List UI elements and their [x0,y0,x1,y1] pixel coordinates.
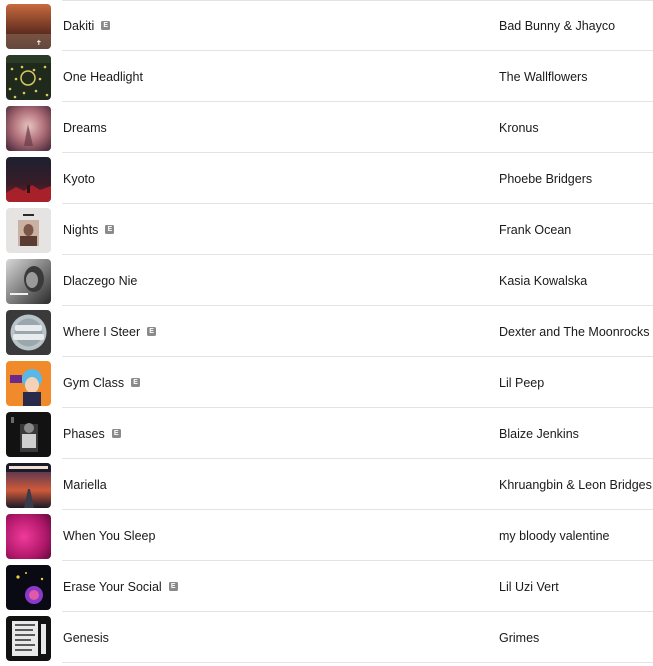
track-artist[interactable]: Kasia Kowalska [499,255,587,306]
album-art-dakiti: ✝ [6,4,51,49]
album-art-visions [6,616,51,661]
svg-text:✝: ✝ [36,39,42,47]
track-title[interactable]: Dlaczego Nie [63,274,137,288]
album-art-kasia-kowalska [6,259,51,304]
track-list: ✝ Dakiti E Bad Bunny & Jhayco One Headli… [0,0,653,663]
track-row[interactable]: Kyoto Phoebe Bridgers [0,153,653,204]
album-art-dexter-moonrocks [6,310,51,355]
track-title-cell: Genesis [63,612,109,663]
track-row[interactable]: Phases E Blaize Jenkins [0,408,653,459]
explicit-badge: E [111,429,121,438]
track-title[interactable]: Mariella [63,478,107,492]
track-title-cell: One Headlight [63,51,143,102]
album-art-phases [6,412,51,457]
track-title[interactable]: Dreams [63,121,107,135]
track-title[interactable]: Genesis [63,631,109,645]
divider [62,662,653,663]
track-title-cell: Dlaczego Nie [63,255,137,306]
track-row[interactable]: When You Sleep my bloody valentine [0,510,653,561]
track-title-cell: Mariella [63,459,107,510]
track-row[interactable]: Mariella Khruangbin & Leon Bridges [0,459,653,510]
album-art-punisher [6,157,51,202]
track-title[interactable]: Where I Steer [63,325,140,339]
album-art-loveless [6,514,51,559]
track-artist[interactable]: Phoebe Bridgers [499,153,592,204]
album-art-luv-is-rage [6,565,51,610]
explicit-badge: E [147,327,157,336]
track-title-cell: When You Sleep [63,510,155,561]
track-artist[interactable]: Blaize Jenkins [499,408,579,459]
explicit-badge: E [131,378,141,387]
album-art-texas-moon [6,463,51,508]
track-artist[interactable]: Lil Peep [499,357,544,408]
track-artist[interactable]: Khruangbin & Leon Bridges [499,459,652,510]
track-row[interactable]: Dreams Kronus [0,102,653,153]
track-artist[interactable]: The Wallflowers [499,51,587,102]
track-title-cell: Dreams [63,102,107,153]
track-row[interactable]: ✝ Dakiti E Bad Bunny & Jhayco [0,0,653,51]
track-title[interactable]: Gym Class [63,376,124,390]
explicit-badge: E [101,21,111,30]
track-title-cell: Nights E [63,204,115,255]
track-row[interactable]: Dlaczego Nie Kasia Kowalska [0,255,653,306]
track-row[interactable]: Where I Steer E Dexter and The Moonrocks [0,306,653,357]
album-art-bringing-down-the-horse [6,55,51,100]
track-row[interactable]: Genesis Grimes [0,612,653,663]
track-title-cell: Dakiti E [63,0,111,51]
track-artist[interactable]: Dexter and The Moonrocks [499,306,650,357]
track-row[interactable]: Nights E Frank Ocean [0,204,653,255]
track-title[interactable]: Nights [63,223,98,237]
track-title-cell: Kyoto [63,153,95,204]
track-row[interactable]: Erase Your Social E Lil Uzi Vert [0,561,653,612]
track-title-cell: Phases E [63,408,121,459]
track-row[interactable]: One Headlight The Wallflowers [0,51,653,102]
track-artist[interactable]: Bad Bunny & Jhayco [499,0,615,51]
album-art-blond [6,208,51,253]
explicit-badge: E [168,582,178,591]
track-title[interactable]: Dakiti [63,19,94,33]
album-art-dreams [6,106,51,151]
track-title[interactable]: Phases [63,427,105,441]
track-row[interactable]: Gym Class E Lil Peep [0,357,653,408]
track-artist[interactable]: Lil Uzi Vert [499,561,559,612]
track-artist[interactable]: my bloody valentine [499,510,609,561]
explicit-badge: E [105,225,115,234]
track-title-cell: Erase Your Social E [63,561,178,612]
track-title-cell: Gym Class E [63,357,141,408]
track-artist[interactable]: Kronus [499,102,539,153]
track-title[interactable]: Kyoto [63,172,95,186]
track-title[interactable]: One Headlight [63,70,143,84]
album-art-come-over-when-youre-sober [6,361,51,406]
track-title-cell: Where I Steer E [63,306,157,357]
track-title[interactable]: Erase Your Social [63,580,162,594]
track-artist[interactable]: Frank Ocean [499,204,571,255]
track-title[interactable]: When You Sleep [63,529,155,543]
track-artist[interactable]: Grimes [499,612,539,663]
